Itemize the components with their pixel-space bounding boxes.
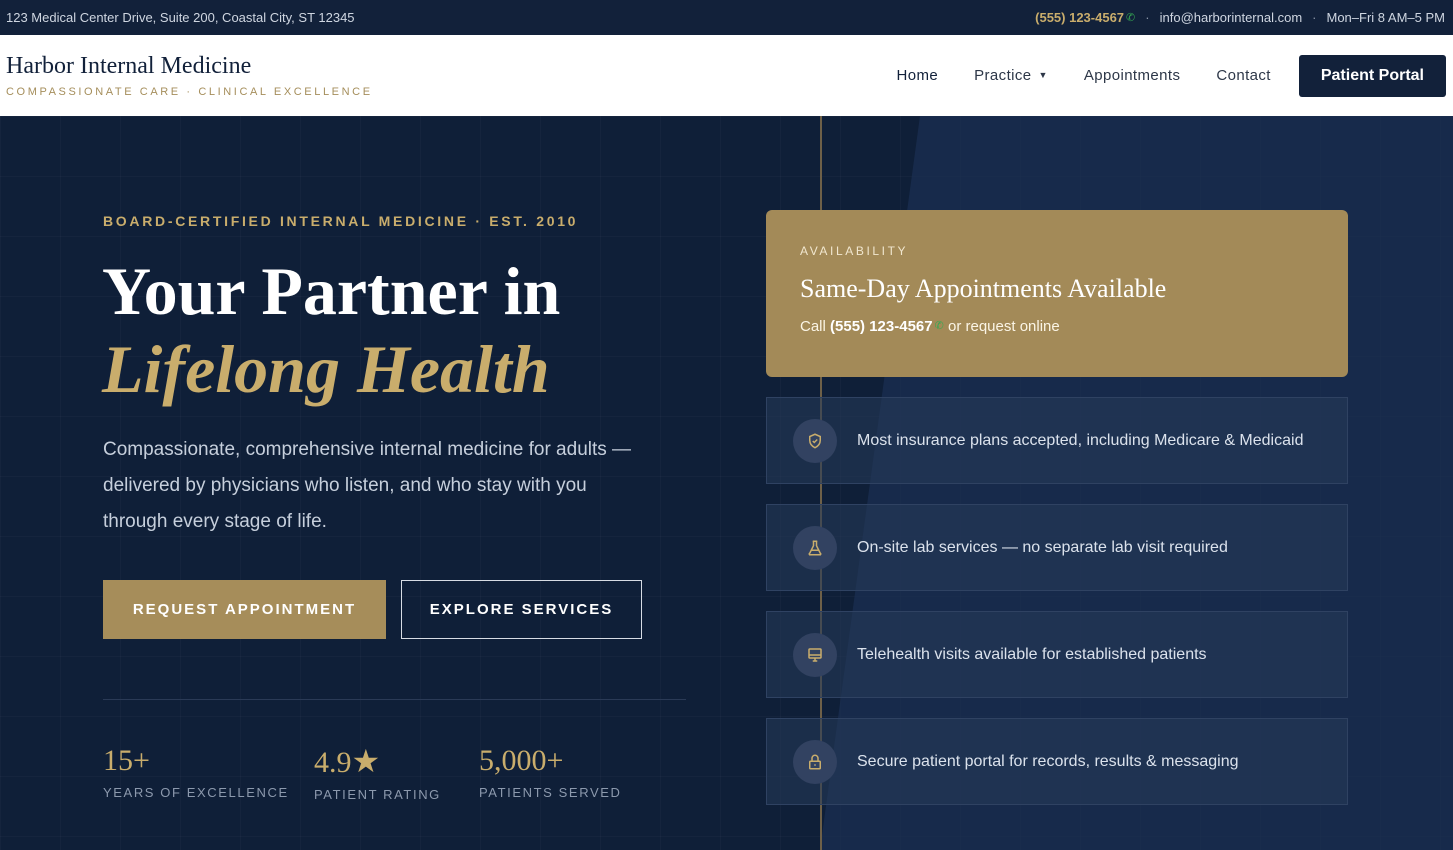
feature-lab: On-site lab services — no separate lab v… [766, 504, 1348, 591]
separator: · [1312, 10, 1317, 25]
request-appointment-button[interactable]: REQUEST APPOINTMENT [103, 580, 386, 639]
stat-patients: 5,000+ PATIENTS SERVED [479, 743, 621, 800]
patient-portal-button[interactable]: Patient Portal [1298, 54, 1446, 97]
separator: · [1145, 10, 1150, 25]
call-prefix: Call [800, 318, 826, 335]
feature-telehealth: Telehealth visits available for establis… [766, 611, 1348, 698]
stat-rating: 4.9★ PATIENT RATING [314, 743, 441, 802]
hero-title-accent: Lifelong Health [102, 331, 550, 407]
feature-text: Most insurance plans accepted, including… [857, 431, 1304, 449]
flask-icon [793, 525, 837, 570]
stat-label: PATIENTS SERVED [479, 785, 622, 800]
feature-text: Secure patient portal for records, resul… [857, 752, 1239, 770]
hero-section: BOARD-CERTIFIED INTERNAL MEDICINE · EST.… [0, 116, 1453, 850]
availability-phone-link[interactable]: (555) 123-4567 [830, 318, 933, 335]
stat-value: 4.9★ [314, 743, 441, 781]
nav-practice[interactable]: Practice ▼ [974, 67, 1048, 84]
star-icon: ★ [351, 743, 381, 779]
phone-icon: ✆ [1126, 12, 1136, 24]
brand-name: Harbor Internal Medicine [6, 53, 252, 79]
contact-info: (555) 123-4567 ✆ · info@harborinternal.c… [1035, 10, 1445, 25]
nav-contact[interactable]: Contact [1216, 67, 1271, 84]
utility-bar: 123 Medical Center Drive, Suite 200, Coa… [0, 0, 1453, 35]
feature-text: On-site lab services — no separate lab v… [857, 538, 1228, 556]
availability-title: Same-Day Appointments Available [800, 274, 1167, 303]
hero-title-line1: Your Partner in [102, 253, 561, 329]
call-suffix: or request online [947, 318, 1060, 335]
phone-link[interactable]: (555) 123-4567 [1035, 10, 1124, 25]
email-link[interactable]: info@harborinternal.com [1160, 10, 1303, 25]
stat-label: YEARS OF EXCELLENCE [103, 785, 289, 800]
nav-appointments[interactable]: Appointments [1084, 67, 1181, 84]
address-text: 123 Medical Center Drive, Suite 200, Coa… [6, 10, 355, 25]
nav-practice-label: Practice [974, 67, 1032, 84]
stat-value: 15+ [103, 744, 150, 777]
stat-value: 5,000+ [479, 744, 564, 777]
monitor-icon [793, 632, 837, 677]
divider [103, 699, 686, 700]
feature-portal: Secure patient portal for records, resul… [766, 718, 1348, 805]
stat-rating-number: 4.9 [314, 746, 352, 779]
hero-lead: Compassionate, comprehensive internal me… [103, 439, 632, 532]
chevron-down-icon: ▼ [1038, 70, 1048, 80]
hero-title: Your Partner in Lifelong Health [102, 252, 560, 408]
shield-check-icon [793, 418, 837, 463]
nav-home[interactable]: Home [897, 67, 939, 84]
main-nav: Home Practice ▼ Appointments Contact Pati… [861, 54, 1446, 97]
hero-eyebrow: BOARD-CERTIFIED INTERNAL MEDICINE · EST.… [103, 213, 579, 229]
availability-eyebrow: AVAILABILITY [800, 244, 909, 258]
availability-call-line: Call (555) 123-4567 ✆ or request online [800, 318, 1314, 335]
phone-icon: ✆ [934, 320, 944, 332]
brand-tagline: COMPASSIONATE CARE · CLINICAL EXCELLENCE [6, 86, 373, 98]
feature-insurance: Most insurance plans accepted, including… [766, 397, 1348, 484]
availability-card: AVAILABILITY Same-Day Appointments Avail… [766, 210, 1348, 377]
stat-label: PATIENT RATING [314, 787, 441, 802]
feature-text: Telehealth visits available for establis… [857, 645, 1207, 663]
lock-icon [793, 739, 837, 784]
site-header: Harbor Internal Medicine COMPASSIONATE C… [0, 35, 1453, 116]
brand-logo[interactable]: Harbor Internal Medicine COMPASSIONATE C… [6, 53, 373, 98]
explore-services-button[interactable]: EXPLORE SERVICES [401, 580, 642, 639]
stat-years: 15+ YEARS OF EXCELLENCE [103, 743, 289, 800]
office-hours: Mon–Fri 8 AM–5 PM [1326, 10, 1446, 25]
